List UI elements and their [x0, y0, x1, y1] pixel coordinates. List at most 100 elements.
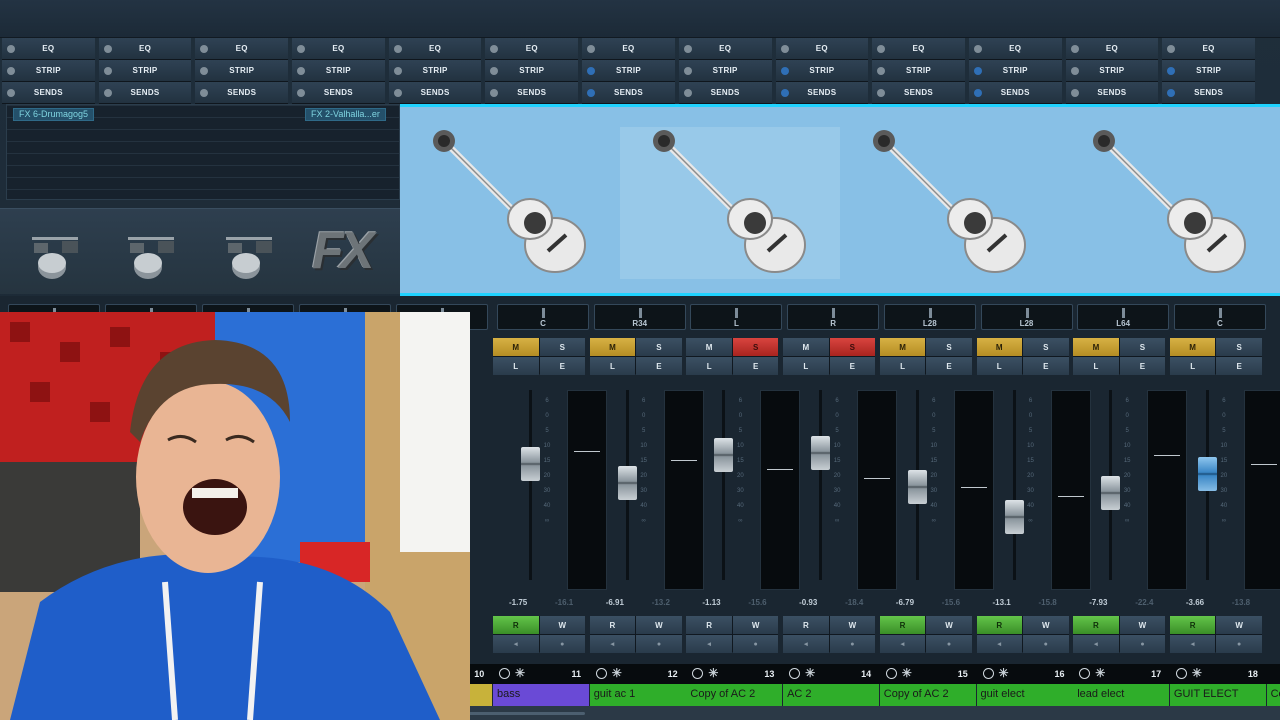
eq-button[interactable]: EQ [872, 38, 965, 60]
listen-button[interactable]: L [976, 357, 1022, 375]
solo-button[interactable]: S [539, 338, 585, 356]
mute-button[interactable]: M [879, 338, 926, 356]
sends-button[interactable]: SENDS [388, 82, 482, 104]
listen-button[interactable]: L [879, 357, 926, 375]
strip-button[interactable]: STRIP [872, 60, 965, 82]
listen-button[interactable]: L [589, 357, 636, 375]
edit-button[interactable]: E [636, 357, 682, 375]
solo-button[interactable]: S [1023, 338, 1069, 356]
edit-button[interactable]: E [1119, 357, 1166, 375]
strip-button[interactable]: STRIP [775, 60, 869, 82]
edit-button[interactable]: E [732, 357, 779, 375]
monitor-icon[interactable]: ◂ [783, 635, 829, 653]
drum-kit-icon[interactable] [28, 225, 88, 285]
solo-button[interactable]: S [1119, 338, 1166, 356]
record-dot-icon[interactable]: ● [732, 635, 779, 653]
fader-handle[interactable] [907, 470, 927, 504]
channel-name[interactable]: Copy of AC 2 [686, 684, 783, 706]
monitor-icon[interactable]: ◂ [1169, 635, 1216, 653]
write-automation-button[interactable]: W [1119, 616, 1166, 634]
solo-button[interactable]: S [636, 338, 682, 356]
strip-button[interactable]: STRIP [195, 60, 289, 82]
drum-kit-icon[interactable] [222, 225, 282, 285]
record-arm-icon[interactable] [789, 668, 801, 679]
eq-button[interactable]: EQ [582, 38, 675, 60]
record-dot-icon[interactable]: ● [1216, 635, 1262, 653]
listen-button[interactable]: L [1169, 357, 1216, 375]
record-dot-icon[interactable]: ● [539, 635, 585, 653]
write-automation-button[interactable]: W [539, 616, 585, 634]
record-arm-icon[interactable] [1175, 668, 1187, 679]
sends-button[interactable]: SENDS [292, 82, 385, 104]
listen-button[interactable]: L [686, 357, 732, 375]
edit-button[interactable]: E [829, 357, 876, 375]
sends-button[interactable]: SENDS [582, 82, 675, 104]
fader-handle[interactable] [811, 436, 831, 470]
fader-handle[interactable] [521, 447, 540, 481]
sends-button[interactable]: SENDS [2, 82, 95, 104]
record-arm-icon[interactable] [885, 668, 897, 679]
read-automation-button[interactable]: R [493, 616, 539, 634]
sends-button[interactable]: SENDS [195, 82, 289, 104]
mute-button[interactable]: M [783, 338, 829, 356]
eq-button[interactable]: EQ [2, 38, 95, 60]
channel-name[interactable]: Co [1266, 684, 1280, 706]
eq-button[interactable]: EQ [485, 38, 579, 60]
eq-button[interactable]: EQ [195, 38, 289, 60]
sends-button[interactable]: SENDS [872, 82, 965, 104]
eq-button[interactable]: EQ [775, 38, 869, 60]
monitor-icon[interactable]: ◂ [1073, 635, 1119, 653]
drum-kit-icon[interactable] [124, 225, 184, 285]
edit-button[interactable]: E [539, 357, 585, 375]
solo-button[interactable]: S [732, 338, 779, 356]
mute-button[interactable]: M [686, 338, 732, 356]
freeze-icon[interactable]: ✳ [902, 666, 912, 680]
record-arm-icon[interactable] [692, 668, 704, 679]
read-automation-button[interactable]: R [1169, 616, 1216, 634]
freeze-icon[interactable]: ✳ [708, 666, 718, 680]
pan-knob[interactable]: L28 [980, 304, 1073, 330]
strip-button[interactable]: STRIP [1162, 60, 1255, 82]
freeze-icon[interactable]: ✳ [805, 666, 815, 680]
record-dot-icon[interactable]: ● [926, 635, 972, 653]
record-arm-icon[interactable] [1079, 668, 1091, 679]
edit-button[interactable]: E [1023, 357, 1069, 375]
eq-button[interactable]: EQ [388, 38, 482, 60]
channel-icon-slot[interactable] [620, 127, 840, 279]
strip-button[interactable]: STRIP [678, 60, 772, 82]
read-automation-button[interactable]: R [783, 616, 829, 634]
solo-button[interactable]: S [926, 338, 972, 356]
freeze-icon[interactable]: ✳ [999, 666, 1009, 680]
write-automation-button[interactable]: W [636, 616, 682, 634]
write-automation-button[interactable]: W [732, 616, 779, 634]
channel-name[interactable]: AC 2 [783, 684, 880, 706]
fader-handle[interactable] [1197, 457, 1217, 491]
read-automation-button[interactable]: R [686, 616, 732, 634]
mute-button[interactable]: M [493, 338, 539, 356]
pan-knob[interactable]: R [787, 304, 880, 330]
insert-slot-drumagog[interactable]: FX 6-Drumagog5 [13, 108, 95, 121]
eq-button[interactable]: EQ [1065, 38, 1159, 60]
freeze-icon[interactable]: ✳ [515, 666, 525, 680]
channel-name[interactable]: Copy of AC 2 [879, 684, 976, 706]
sends-button[interactable]: SENDS [968, 82, 1062, 104]
pan-knob[interactable]: L28 [883, 304, 976, 330]
pan-knob[interactable]: L [690, 304, 783, 330]
listen-button[interactable]: L [1073, 357, 1119, 375]
edit-button[interactable]: E [1216, 357, 1262, 375]
read-automation-button[interactable]: R [976, 616, 1022, 634]
insert-slot-valhalla[interactable]: FX 2-Valhalla...er [305, 108, 386, 121]
channel-name[interactable]: guit ac 1 [589, 684, 686, 706]
channel-icon-slot[interactable] [1060, 127, 1280, 279]
read-automation-button[interactable]: R [1073, 616, 1119, 634]
record-dot-icon[interactable]: ● [1023, 635, 1069, 653]
eq-button[interactable]: EQ [678, 38, 772, 60]
monitor-icon[interactable]: ◂ [493, 635, 539, 653]
solo-button[interactable]: S [1216, 338, 1262, 356]
write-automation-button[interactable]: W [1216, 616, 1262, 634]
channel-name[interactable]: bass [493, 684, 589, 706]
edit-button[interactable]: E [926, 357, 972, 375]
monitor-icon[interactable]: ◂ [686, 635, 732, 653]
sends-button[interactable]: SENDS [678, 82, 772, 104]
pan-knob[interactable]: R34 [593, 304, 686, 330]
